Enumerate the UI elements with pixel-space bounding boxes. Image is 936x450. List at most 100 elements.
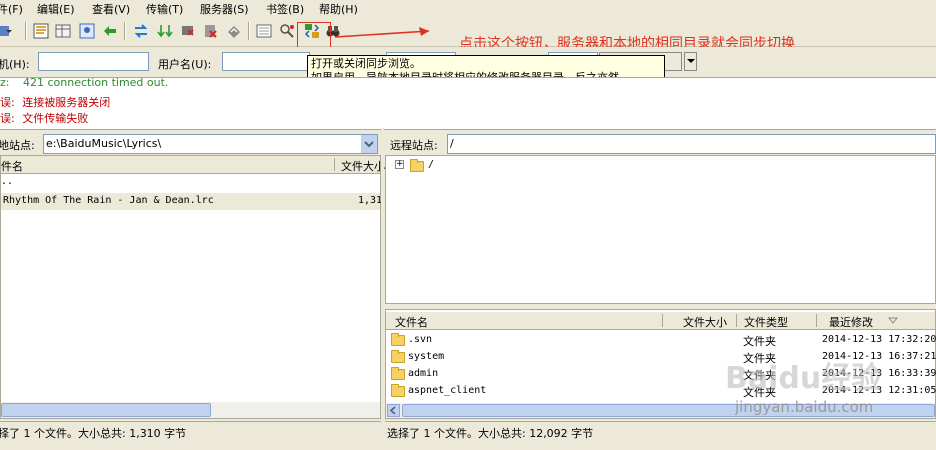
menu-help[interactable]: 帮助(H) xyxy=(319,1,358,17)
log-prefix: 误: xyxy=(0,112,15,125)
scroll-thumb[interactable] xyxy=(1,403,211,417)
site-manager-button[interactable] xyxy=(0,21,16,41)
menu-file[interactable]: 件(F) xyxy=(0,1,23,17)
cancel-icon xyxy=(182,26,194,36)
remote-site-label: 远程站点: xyxy=(390,139,438,152)
watermark-url: jingyan.baidu.com xyxy=(735,398,874,416)
refresh-button[interactable] xyxy=(131,21,151,41)
username-label: 用户名(U): xyxy=(158,58,212,71)
sort-indicator-icon xyxy=(888,317,898,324)
table-row[interactable]: .svn 文件夹 2014-12-13 17:32:20 xyxy=(386,332,936,349)
remote-col-modified[interactable]: 最近修改 xyxy=(829,314,873,330)
folder-icon xyxy=(391,384,405,397)
watermark-brand: Baidu经验 xyxy=(725,361,882,396)
folder-icon xyxy=(410,159,424,172)
file-name: Rhythm Of The Rain - Jan & Dean.lrc xyxy=(3,195,214,206)
remote-path-input[interactable]: / xyxy=(447,134,936,154)
toggle-log-button[interactable] xyxy=(31,21,51,41)
chevron-down-icon xyxy=(687,59,695,63)
menu-bookmarks[interactable]: 书签(B) xyxy=(266,1,304,17)
remote-header: 文件名 文件大小 文件类型 最近修改 xyxy=(386,312,935,330)
tree-root-label[interactable]: / xyxy=(428,159,434,170)
file-name: aspnet_client xyxy=(408,385,487,396)
local-site-label: 地站点: xyxy=(0,139,35,152)
arrow-icon xyxy=(334,27,430,38)
local-tree-icon xyxy=(55,24,71,38)
local-path-row: 地站点: e:\BaiduMusic\Lyrics\ xyxy=(0,133,380,155)
menu-server[interactable]: 服务器(S) xyxy=(200,1,249,17)
remote-tree-icon xyxy=(79,23,95,39)
reconnect-icon xyxy=(228,26,240,38)
expand-icon[interactable]: + xyxy=(395,160,404,169)
compare-icon xyxy=(280,24,294,38)
file-type: 文件夹 xyxy=(743,335,776,348)
disconnect-icon xyxy=(205,25,217,38)
table-row[interactable]: Rhythm Of The Rain - Jan & Dean.lrc 1,31 xyxy=(1,193,383,210)
menu-view[interactable]: 查看(V) xyxy=(92,1,130,17)
site-manager-icon xyxy=(0,26,12,36)
host-input[interactable] xyxy=(38,52,149,71)
local-path-dropdown[interactable] xyxy=(361,135,377,153)
remote-status-bar: 选择了 1 个文件。大小总共: 12,092 字节 xyxy=(385,421,936,443)
directory-listing-filter-button[interactable] xyxy=(254,21,274,41)
compare-directories-button[interactable] xyxy=(277,21,297,41)
toggle-remote-tree-button[interactable] xyxy=(77,21,97,41)
file-size: 1,31 xyxy=(358,195,383,206)
file-name: .svn xyxy=(408,334,433,345)
message-log: z: 421 connection timed out. 误: 连接被服务器关闭… xyxy=(0,76,936,130)
menu-edit[interactable]: 编辑(E) xyxy=(37,1,75,17)
file-name: admin xyxy=(408,368,439,379)
host-label: 机(H): xyxy=(0,58,30,71)
quickconnect-dropdown[interactable] xyxy=(684,52,697,71)
local-horizontal-scrollbar[interactable] xyxy=(1,402,380,418)
remote-path-row: 远程站点: / xyxy=(385,133,936,155)
chevron-left-icon xyxy=(389,406,396,415)
refresh-icon xyxy=(134,24,148,38)
username-input[interactable] xyxy=(222,52,310,71)
menu-bar: 件(F) 编辑(E) 查看(V) 传输(T) 服务器(S) 书签(B) 帮助(H… xyxy=(0,0,936,17)
pane-splitter[interactable] xyxy=(381,128,384,442)
scroll-left-button[interactable] xyxy=(387,404,400,417)
disconnect-button[interactable] xyxy=(201,21,221,41)
local-path-input[interactable]: e:\BaiduMusic\Lyrics\ xyxy=(43,134,378,154)
toggle-local-tree-button[interactable] xyxy=(53,21,73,41)
filter-icon xyxy=(256,24,272,38)
local-path-value: e:\BaiduMusic\Lyrics\ xyxy=(46,137,162,150)
remote-status-text: 选择了 1 个文件。大小总共: 12,092 字节 xyxy=(387,427,594,440)
remote-col-size[interactable]: 文件大小 xyxy=(683,314,727,330)
file-modified: 2014-12-13 17:32:20 xyxy=(822,334,936,345)
remote-col-name[interactable]: 文件名 xyxy=(395,314,428,330)
log-line: 误: 连接被服务器关闭 xyxy=(0,94,110,110)
log-line: 误: 文件传输失败 xyxy=(0,110,88,126)
folder-icon xyxy=(391,350,405,363)
tooltip-line-1: 打开或关闭同步浏览。 xyxy=(311,57,421,70)
local-status-bar: 择了 1 个文件。大小总共: 1,310 字节 xyxy=(0,421,381,443)
process-queue-icon xyxy=(157,25,173,38)
process-queue-button[interactable] xyxy=(155,21,175,41)
toggle-queue-button[interactable] xyxy=(100,21,120,41)
menu-transfer[interactable]: 传输(T) xyxy=(146,1,183,17)
local-col-size[interactable]: 文件大小 xyxy=(341,158,385,174)
log-prefix: 误: xyxy=(0,96,15,109)
remote-directory-tree: + / xyxy=(385,155,936,304)
folder-icon xyxy=(391,367,405,380)
chevron-down-icon xyxy=(364,141,374,148)
log-text: 连接被服务器关闭 xyxy=(22,96,111,109)
remote-path-value: / xyxy=(450,137,454,150)
local-col-name[interactable]: 件名 xyxy=(1,158,23,174)
table-row[interactable]: .. xyxy=(1,176,380,193)
file-name: .. xyxy=(1,176,14,187)
log-text: 421 connection timed out. xyxy=(22,76,169,89)
reconnect-button[interactable] xyxy=(224,21,244,41)
message-log-icon xyxy=(33,23,49,39)
cancel-button[interactable] xyxy=(178,21,198,41)
folder-icon xyxy=(391,333,405,346)
local-status-text: 择了 1 个文件。大小总共: 1,310 字节 xyxy=(0,427,187,440)
file-name: system xyxy=(408,351,445,362)
log-line: z: 421 connection timed out. xyxy=(0,76,168,89)
local-file-list: 件名 文件大小 .. Rhythm Of The Rain - Jan & De… xyxy=(0,155,385,419)
queue-icon xyxy=(104,26,116,36)
log-text: 文件传输失败 xyxy=(22,112,89,125)
log-prefix: z: xyxy=(0,76,10,89)
remote-col-type[interactable]: 文件类型 xyxy=(744,314,788,330)
